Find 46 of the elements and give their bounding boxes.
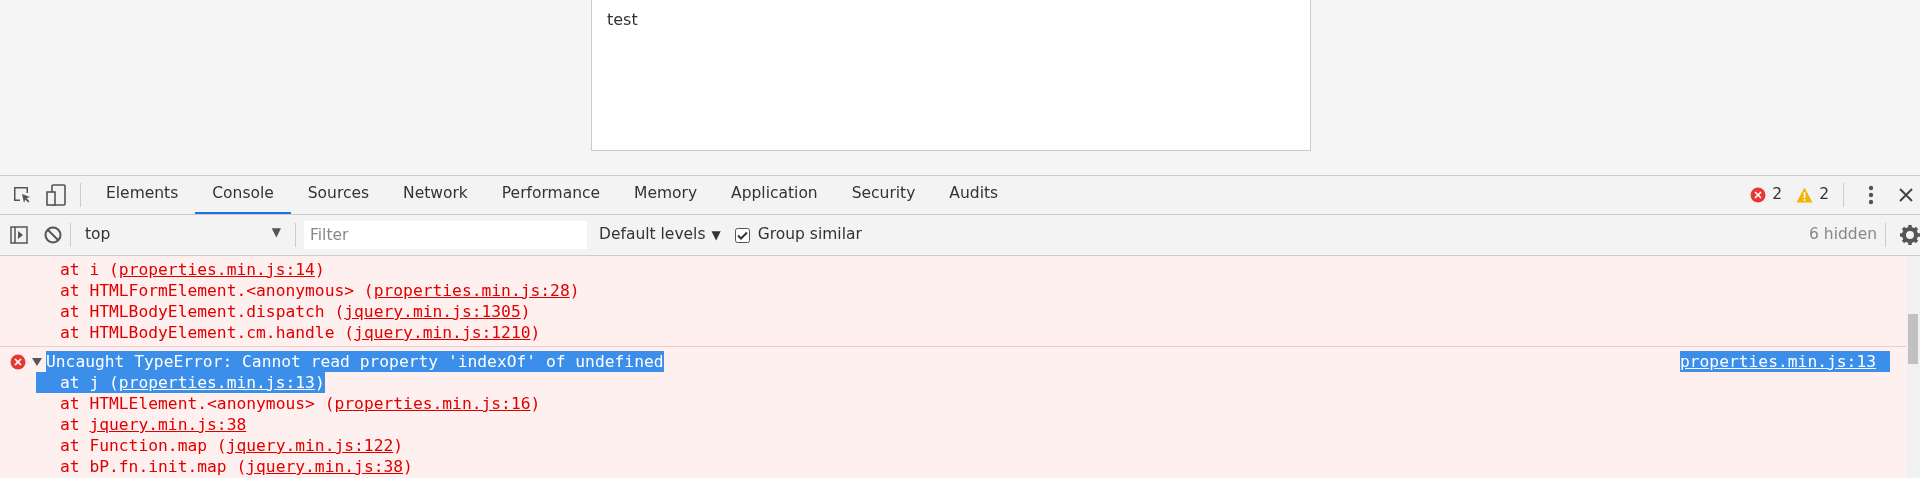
error-message: Uncaught TypeError: Cannot read property 'indexOf' of undefined [46, 351, 664, 372]
devtools-tab[interactable]: Application [714, 176, 835, 214]
levels-dropdown[interactable]: Default levels ▼ [599, 223, 721, 247]
expand-arrow-icon[interactable] [32, 356, 42, 367]
filter-field[interactable]: Filter [304, 221, 587, 249]
inspect-icon[interactable] [12, 185, 32, 205]
hidden-count: 6 hidden [1809, 224, 1877, 246]
page-text: test [607, 10, 638, 29]
devtools-tab[interactable]: Elements [89, 176, 196, 214]
source-link[interactable]: jquery.min.js:1210 [354, 323, 531, 342]
stack-line: at Function.map (jquery.min.js:122) [60, 435, 404, 456]
devtools-tab[interactable]: Security [834, 176, 933, 214]
devtools-tab[interactable]: Memory [617, 176, 715, 214]
error-icon [1750, 187, 1767, 203]
error-icon [10, 353, 26, 370]
devtools-tab[interactable]: Sources [290, 176, 387, 214]
clear-icon[interactable] [44, 226, 62, 244]
source-link[interactable]: jquery.min.js:122 [226, 436, 394, 455]
sidebar-toggle-icon[interactable] [10, 226, 28, 244]
source-link[interactable]: jquery.min.js:1305 [344, 302, 521, 321]
close-icon[interactable] [1898, 187, 1914, 203]
source-link[interactable]: properties.min.js:14 [118, 260, 315, 279]
source-link[interactable]: jquery.min.js:38 [246, 457, 404, 476]
stack-line: at jquery.min.js:38 [60, 414, 247, 435]
devtools-tab[interactable]: Audits [932, 176, 1016, 214]
group-similar-checkbox[interactable] [734, 227, 750, 243]
more-icon[interactable] [1868, 185, 1874, 205]
settings-icon[interactable] [1900, 225, 1920, 245]
stack-line: at i (properties.min.js:14) [60, 259, 325, 280]
context-select[interactable]: top ▼ [79, 223, 287, 247]
stack-line: at HTMLFormElement.<anonymous> (properties.min.js:28) [60, 280, 580, 301]
warning-count: 2 [1819, 184, 1829, 206]
stack-line: at HTMLElement.<anonymous> (properties.min.js:16) [60, 393, 541, 414]
source-link[interactable]: jquery.min.js:38 [89, 415, 247, 434]
scrollbar[interactable] [1906, 256, 1920, 478]
stack-line: at HTMLBodyElement.cm.handle (jquery.min.js:1210) [60, 322, 541, 343]
source-link[interactable]: properties.min.js:28 [373, 281, 570, 300]
devtools-tab[interactable]: Network [386, 176, 485, 214]
source-link[interactable]: properties.min.js:16 [334, 394, 531, 413]
error-count: 2 [1772, 184, 1783, 206]
warning-icon [1796, 187, 1814, 203]
group-similar-label: Group similar [757, 224, 862, 246]
stack-line: at bP.fn.init.map (jquery.min.js:38) [60, 456, 413, 477]
devtools-tab[interactable]: Performance [484, 176, 618, 214]
device-icon[interactable] [46, 184, 68, 206]
stack-line: at HTMLBodyElement.dispatch (jquery.min.js:1305) [60, 301, 531, 322]
